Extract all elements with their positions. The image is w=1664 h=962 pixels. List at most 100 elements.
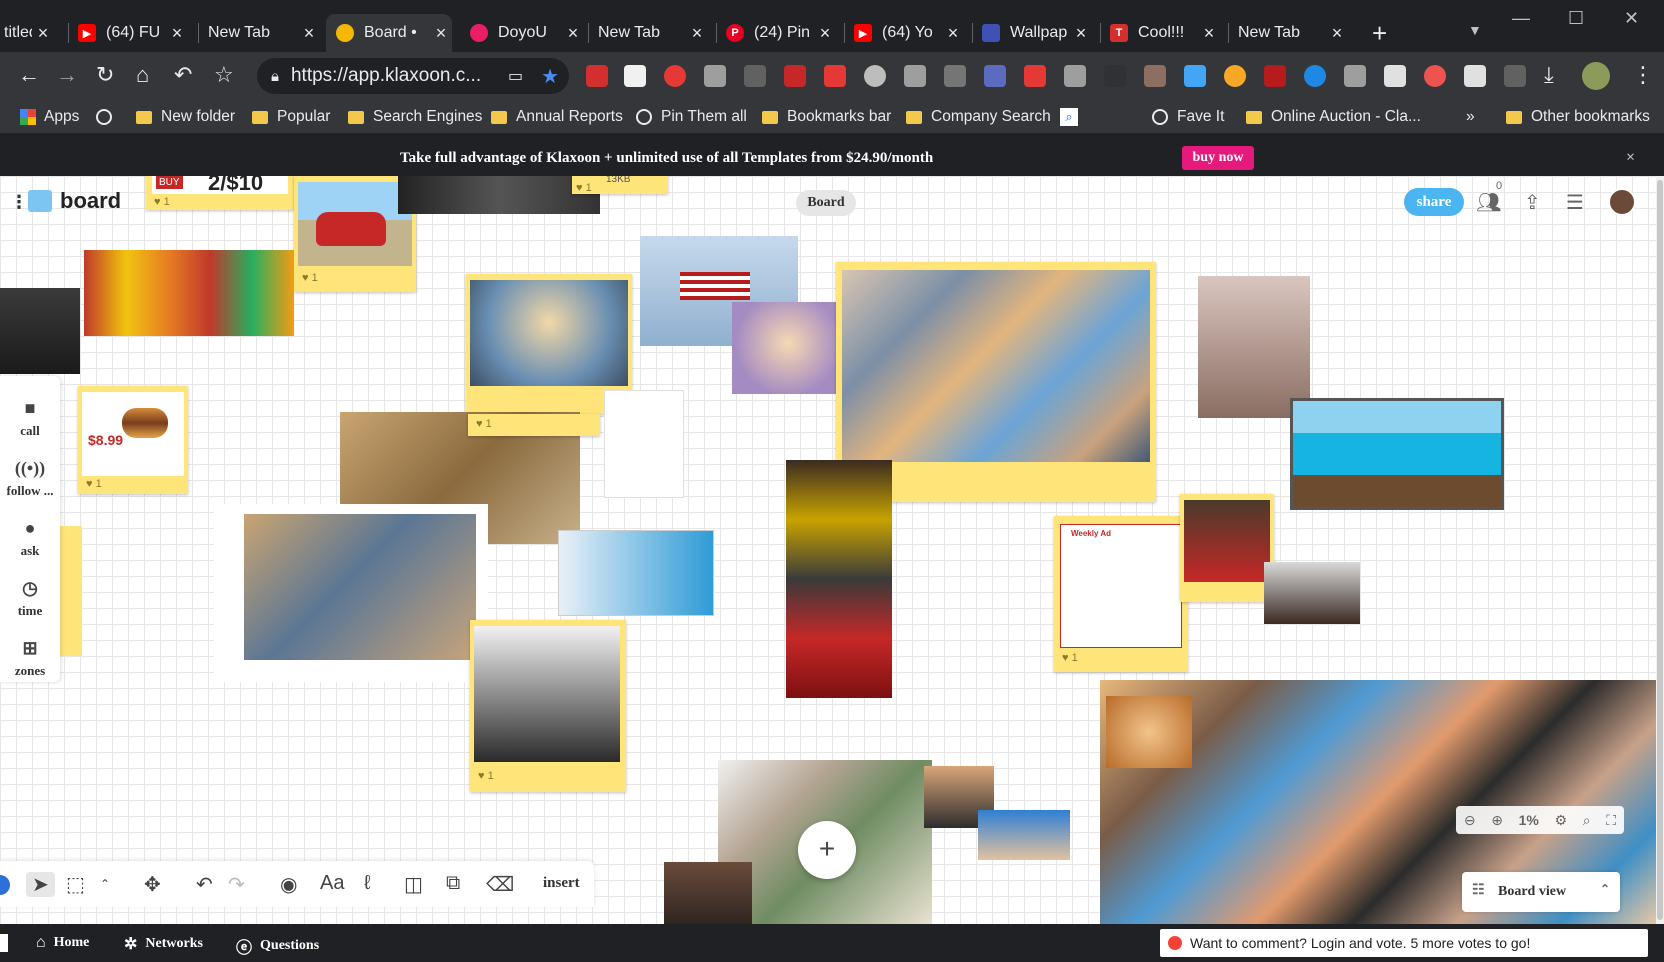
board-menu-icon[interactable]: ⋮ — [10, 192, 28, 213]
tab-7[interactable]: ▶ (64) Yo × — [844, 14, 964, 52]
yr-extension-icon[interactable] — [1264, 65, 1286, 87]
menu-kebab-icon[interactable]: ⋮ — [1632, 62, 1654, 88]
sketch-drawing[interactable] — [604, 390, 684, 498]
leaf-extension-icon[interactable] — [744, 65, 766, 87]
board-canvas[interactable]: ⋮ board Board share 👥︎ 0 ⇪ ☰ BUY 2/$10 ♥… — [0, 176, 1656, 924]
like-count[interactable]: ♥ 1 — [478, 770, 494, 782]
crop-extension-icon[interactable] — [1504, 65, 1526, 87]
zoom-in-icon[interactable]: ⊕ — [1491, 812, 1503, 829]
zones-tool[interactable]: ⊞ zones — [0, 638, 60, 679]
bookmark-search-engines[interactable]: Search Engines — [348, 107, 482, 127]
zoom-out-icon[interactable]: ⊖ — [1464, 812, 1476, 829]
comment-prompt[interactable]: Want to comment? Login and vote. 5 more … — [1160, 929, 1648, 957]
forward-icon[interactable]: → — [56, 62, 78, 88]
color-picker-icon[interactable]: ◉ — [280, 872, 297, 897]
ask-tool[interactable]: ● ask — [0, 518, 60, 559]
tumblr-extension-icon[interactable] — [586, 65, 608, 87]
close-icon[interactable]: × — [562, 23, 584, 44]
participants-icon[interactable]: 👥︎ — [1476, 190, 1501, 215]
settings-sliders-icon[interactable]: ☰ — [1566, 190, 1584, 215]
like-count[interactable]: ♥ 1 — [86, 478, 102, 490]
buy-now-button[interactable]: buy now — [1182, 146, 1254, 170]
tab-2[interactable]: New Tab × — [198, 14, 320, 52]
card-bw-woman[interactable]: ♥ 1 — [470, 620, 626, 792]
left-edge-card[interactable] — [58, 526, 82, 656]
home-icon[interactable]: ⌂ — [136, 62, 149, 88]
board-view-selector[interactable]: ☷ Board view ⌃ — [1462, 872, 1620, 912]
time-tool[interactable]: ◷ time — [0, 578, 60, 619]
card-small-like[interactable]: ♥ 1 — [468, 414, 600, 436]
autumn-woman-photo[interactable] — [1106, 696, 1192, 768]
girl-portrait-photo[interactable] — [732, 302, 844, 394]
cast-icon[interactable]: ▭ — [508, 66, 523, 86]
board-view-pill[interactable]: Board — [796, 190, 856, 216]
bookmark-search[interactable]: ⌕ — [1060, 107, 1078, 127]
bookmark-pin-them-all[interactable]: Pin Them all — [636, 107, 747, 127]
close-icon[interactable]: × — [166, 23, 188, 44]
profile-avatar[interactable] — [1582, 62, 1610, 90]
close-icon[interactable]: × — [1626, 149, 1635, 167]
fullscreen-icon[interactable]: ⛶ — [1606, 812, 1616, 829]
board-scrollbar[interactable] — [1656, 176, 1664, 924]
tab-4[interactable]: DoyoU × — [460, 14, 584, 52]
download-icon[interactable]: ⤓ — [1544, 62, 1554, 88]
grid-extension-icon[interactable] — [984, 65, 1006, 87]
bookmarks-overflow-button[interactable]: » — [1466, 107, 1475, 127]
close-icon[interactable]: × — [942, 23, 964, 44]
reload-icon[interactable]: ↻ — [96, 62, 114, 88]
tab-5[interactable]: New Tab × — [588, 14, 708, 52]
redo-icon[interactable]: ↷ — [228, 872, 245, 897]
avatar[interactable] — [1608, 188, 1636, 216]
home-link[interactable]: ⌂ Home — [36, 934, 89, 952]
gear-icon[interactable]: ⚙ — [1555, 812, 1568, 829]
close-icon[interactable]: × — [430, 23, 452, 44]
puzzle-extension-icon[interactable] — [1464, 65, 1486, 87]
pool-photo[interactable] — [1290, 398, 1504, 510]
camera-extension-icon[interactable] — [1064, 65, 1086, 87]
minimize-icon[interactable]: — — [1512, 8, 1530, 29]
card-santa-woman[interactable] — [1180, 494, 1274, 602]
export-icon[interactable]: ⇪ — [1524, 190, 1541, 215]
shield-extension-icon[interactable] — [904, 65, 926, 87]
hand-pan-icon[interactable]: ✥ — [144, 872, 161, 897]
tab-8[interactable]: Wallpap × — [972, 14, 1092, 52]
g-extension-icon[interactable] — [1304, 65, 1326, 87]
tab-1[interactable]: ▶ (64) FU × — [68, 14, 188, 52]
tab-9[interactable]: T Cool!!! × — [1100, 14, 1220, 52]
pen-tool-icon[interactable]: ℓ — [364, 872, 370, 895]
dark-extension-icon[interactable] — [1104, 65, 1126, 87]
close-icon[interactable]: × — [1326, 23, 1348, 44]
tab-3[interactable]: Board • × — [326, 14, 452, 52]
bookmark-fave-it[interactable]: Fave It — [1152, 107, 1224, 127]
undo-icon[interactable]: ↶ — [174, 62, 192, 88]
image-extension-icon[interactable] — [704, 65, 726, 87]
circle-extension-icon[interactable] — [864, 65, 886, 87]
bookmark-annual-reports[interactable]: Annual Reports — [491, 107, 623, 127]
web-screenshot[interactable] — [558, 530, 714, 616]
woman-hat-photo[interactable] — [1198, 276, 1310, 418]
man-yellow-hat-photo[interactable] — [786, 460, 892, 698]
like-count[interactable]: ♥ 1 — [576, 182, 592, 194]
shield-red-extension-icon[interactable] — [784, 65, 806, 87]
share-button[interactable]: share — [1404, 188, 1464, 216]
star-outline-icon[interactable]: ☆ — [214, 62, 234, 88]
page-extension-icon[interactable] — [944, 65, 966, 87]
close-icon[interactable]: × — [298, 23, 320, 44]
tab-0[interactable]: titled × — [0, 14, 54, 52]
new-tab-button[interactable]: + — [1372, 18, 1387, 49]
bf-extension-icon[interactable] — [824, 65, 846, 87]
like-count[interactable]: ♥ 1 — [302, 272, 318, 284]
window-close-icon[interactable]: ✕ — [1624, 8, 1639, 29]
chevron-up-icon[interactable]: ⌃ — [100, 877, 110, 891]
connector-tool-icon[interactable]: ⧉ — [446, 872, 460, 895]
tab-search-icon[interactable]: ▼ — [1468, 22, 1482, 38]
bookmark-company-search[interactable]: Company Search — [906, 107, 1051, 127]
tab-6[interactable]: P (24) Pin × — [716, 14, 836, 52]
man-hat-photo[interactable] — [0, 288, 80, 374]
text-tool-icon[interactable]: Aa — [320, 872, 344, 895]
insert-button[interactable]: insert — [543, 875, 580, 892]
text-extension-icon[interactable] — [624, 65, 646, 87]
blue-screen-photo[interactable] — [978, 810, 1070, 860]
eraser-icon[interactable]: ⌫ — [486, 872, 514, 897]
y-extension-icon[interactable] — [1344, 65, 1366, 87]
